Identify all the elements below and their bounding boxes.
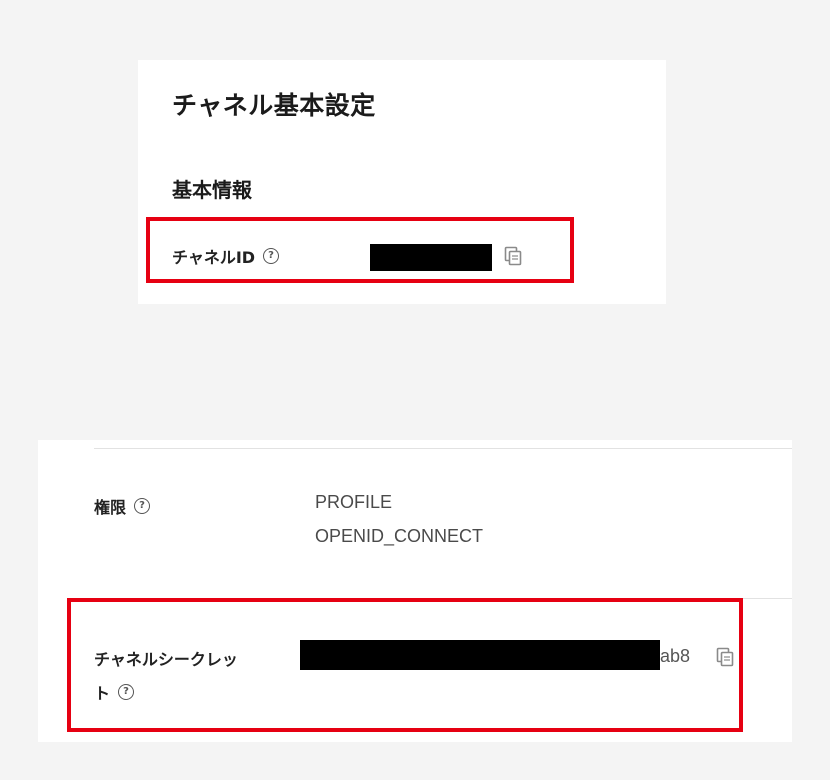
highlight-box-channel-id bbox=[146, 217, 574, 283]
permission-value-openid-connect: OPENID_CONNECT bbox=[315, 526, 484, 546]
permissions-label-text: 権限 bbox=[94, 498, 127, 517]
page-title: チャネル基本設定 bbox=[172, 91, 376, 120]
highlight-box-channel-secret bbox=[67, 598, 743, 732]
question-circle-icon[interactable]: ? bbox=[134, 498, 151, 514]
divider bbox=[94, 448, 792, 449]
permissions-label: 権限 ? bbox=[94, 494, 151, 518]
permission-value-profile: PROFILE bbox=[315, 492, 393, 512]
section-title-basic-info: 基本情報 bbox=[172, 178, 252, 202]
